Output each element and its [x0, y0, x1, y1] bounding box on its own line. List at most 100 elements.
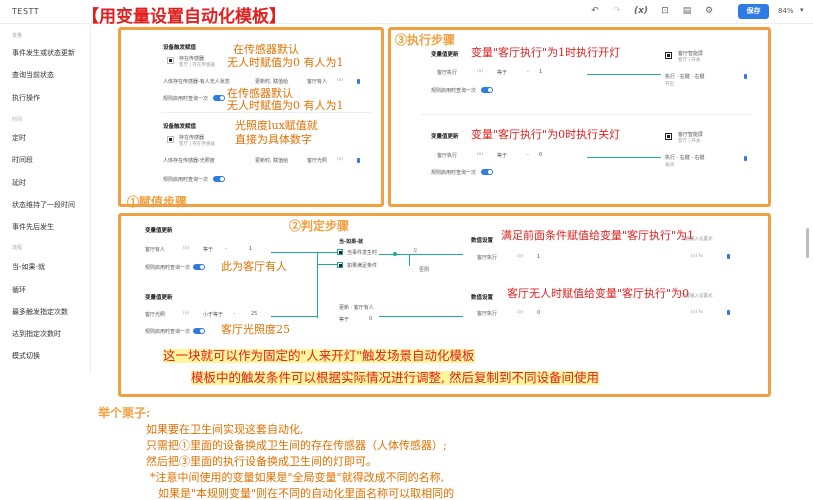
zoom-level[interactable]: 84%: [778, 7, 794, 15]
variable-select[interactable]: 客厅光照: [307, 157, 327, 164]
variable-select[interactable]: 客厅光照: [145, 311, 165, 318]
note-line: 只需把①里面的设备换成卫生间的存在传感器（人体传感器）;: [146, 439, 447, 452]
sidebar-item-schedule[interactable]: 定时: [12, 133, 26, 143]
variable-select[interactable]: 客厅有人: [145, 246, 165, 253]
node-title: 设备触发赋值: [163, 124, 197, 130]
output-port[interactable]: [727, 310, 730, 315]
sidebar-item-action[interactable]: 执行操作: [12, 93, 40, 103]
attribute-select[interactable]: 人体存在传感器-有人无人状态: [163, 78, 230, 85]
flow-connector: [317, 264, 337, 265]
sidebar-item-event[interactable]: 事件发生或状态更新: [12, 48, 75, 58]
action-label[interactable]: 执行 · 右键 · 右键: [665, 73, 705, 80]
query-on-enable-toggle[interactable]: [213, 95, 225, 101]
value-input[interactable]: 25: [251, 311, 257, 317]
annotation: 变量"客厅执行"为0时执行关灯: [471, 128, 621, 141]
output-port[interactable]: [357, 79, 360, 84]
variable-select[interactable]: 客厅有人: [307, 78, 327, 85]
attribute-select[interactable]: 人体存在传感器-光照度: [163, 157, 215, 164]
variable-select[interactable]: 客厅执行: [437, 152, 457, 159]
variable-icon[interactable]: (x): [183, 311, 189, 316]
toolbar: ↶ ↷ (x) ⊡ ▤ ⚙: [590, 6, 714, 16]
output-port[interactable]: [357, 158, 360, 163]
flow-connector: [409, 254, 410, 266]
sidebar-item-max-trigger[interactable]: 最多触发指定次数: [12, 307, 68, 317]
sidebar-item-sequence[interactable]: 事件先后发生: [12, 222, 54, 232]
query-on-enable-toggle[interactable]: [481, 87, 493, 93]
expression-icon[interactable]: (x) fx: [691, 254, 703, 259]
device-name: 客厅智能屏: [678, 51, 704, 57]
value-input[interactable]: 0: [537, 310, 540, 316]
sidebar-item-when-if[interactable]: 当-如果-就: [12, 262, 45, 272]
variable-icon[interactable]: (x): [477, 152, 483, 157]
query-on-enable-toggle[interactable]: [193, 264, 205, 270]
sidebar-item-duration[interactable]: 状态维持了一段时间: [12, 200, 75, 210]
query-on-enable-toggle[interactable]: [481, 169, 493, 175]
app-title: TESTT: [12, 7, 40, 16]
node-title: 变量值更新: [431, 52, 459, 58]
operator-label: 小于等于: [203, 312, 224, 318]
note-line: 如果要在卫生间实现这套自动化,: [146, 423, 304, 436]
redo-icon[interactable]: ↷: [612, 6, 622, 16]
variable-icon[interactable]: (x): [337, 157, 343, 162]
variable-icon[interactable]: (x): [517, 310, 523, 315]
event-icon: [337, 249, 343, 255]
save-button[interactable]: 保存: [738, 4, 769, 19]
variable-icon[interactable]: (x): [337, 78, 343, 83]
sidebar-item-count-reached[interactable]: 达到指定次数时: [12, 329, 61, 339]
sidebar-item-loop[interactable]: 循环: [12, 285, 26, 295]
value-input[interactable]: 1: [537, 254, 540, 260]
output-port[interactable]: [727, 254, 730, 259]
dash: -: [225, 246, 227, 252]
expression-icon[interactable]: (x) fx: [691, 310, 703, 315]
sidebar-item-period[interactable]: 时间段: [12, 155, 33, 165]
value-input[interactable]: 1: [539, 69, 542, 75]
action-label[interactable]: 执行 · 右键 · 右键: [665, 154, 705, 161]
node-title: 变量值更新: [145, 228, 173, 234]
sidebar-item-query[interactable]: 查询当前状态: [12, 70, 54, 80]
variable-icon[interactable]: (x): [477, 69, 483, 74]
flow-connector: [271, 316, 317, 317]
action-value: 关闭: [665, 163, 674, 168]
query-on-enable-toggle[interactable]: [213, 176, 225, 182]
device-room: 客厅 | 开关: [678, 139, 701, 144]
query-on-enable-toggle[interactable]: [193, 328, 205, 334]
scrollbar-thumb[interactable]: [806, 228, 809, 258]
smart-panel-icon: [665, 52, 672, 59]
output-port[interactable]: [744, 74, 747, 79]
update-node[interactable]: 更新 · 客厅有人: [339, 304, 374, 311]
page-title: 【用变量设置自动化模板】: [82, 7, 286, 27]
logic-if: 如果满足条件: [347, 263, 378, 269]
sidebar-item-mode-switch[interactable]: 模式切换: [12, 351, 40, 361]
value-input[interactable]: 0: [369, 316, 372, 322]
value-input[interactable]: 0: [539, 152, 542, 158]
node-title: 变量值更新: [145, 295, 173, 301]
node-title: 数值设置: [471, 238, 494, 244]
variable-icon[interactable]: (x): [517, 254, 523, 259]
sidebar-item-delay[interactable]: 延时: [12, 178, 26, 188]
toggle-label: 规则启用时查询一次: [145, 329, 191, 335]
toggle-label: 规则启用时查询一次: [431, 88, 477, 94]
chevron-down-icon[interactable]: ▾: [800, 6, 804, 14]
device-room: 客厅 | 存在传感器: [179, 142, 215, 147]
dash: -: [233, 311, 235, 317]
device-name: 存在传感器: [179, 135, 205, 141]
undo-icon[interactable]: ↶: [590, 6, 600, 16]
example-title: 举个栗子:: [98, 406, 151, 420]
annotation: 在传感器默认: [233, 43, 299, 56]
value-input[interactable]: 1: [249, 246, 252, 252]
variable-icon[interactable]: (x): [634, 6, 648, 16]
variable-select[interactable]: 客厅执行: [477, 310, 497, 317]
variable-icon[interactable]: (x): [183, 246, 189, 251]
variable-select[interactable]: 客厅执行: [477, 254, 497, 261]
device-name: 客厅智能屏: [678, 132, 704, 138]
log-icon[interactable]: ⊡: [660, 6, 670, 16]
logic-when: 当事件发生时: [347, 250, 378, 256]
output-port[interactable]: [744, 156, 747, 161]
note-line: 然后把③里面的执行设备换成卫生间的灯即可。: [146, 455, 377, 468]
document-icon[interactable]: ▤: [682, 6, 692, 16]
settings-icon[interactable]: ⚙: [704, 6, 714, 16]
sidebar-section-label: 流程: [12, 245, 23, 251]
variable-select[interactable]: 客厅执行: [437, 69, 457, 76]
device-name: 存在传感器: [179, 56, 205, 62]
top-bar: TESTT 【用变量设置自动化模板】 ↶ ↷ (x) ⊡ ▤ ⚙ 保存 84% …: [0, 0, 813, 27]
